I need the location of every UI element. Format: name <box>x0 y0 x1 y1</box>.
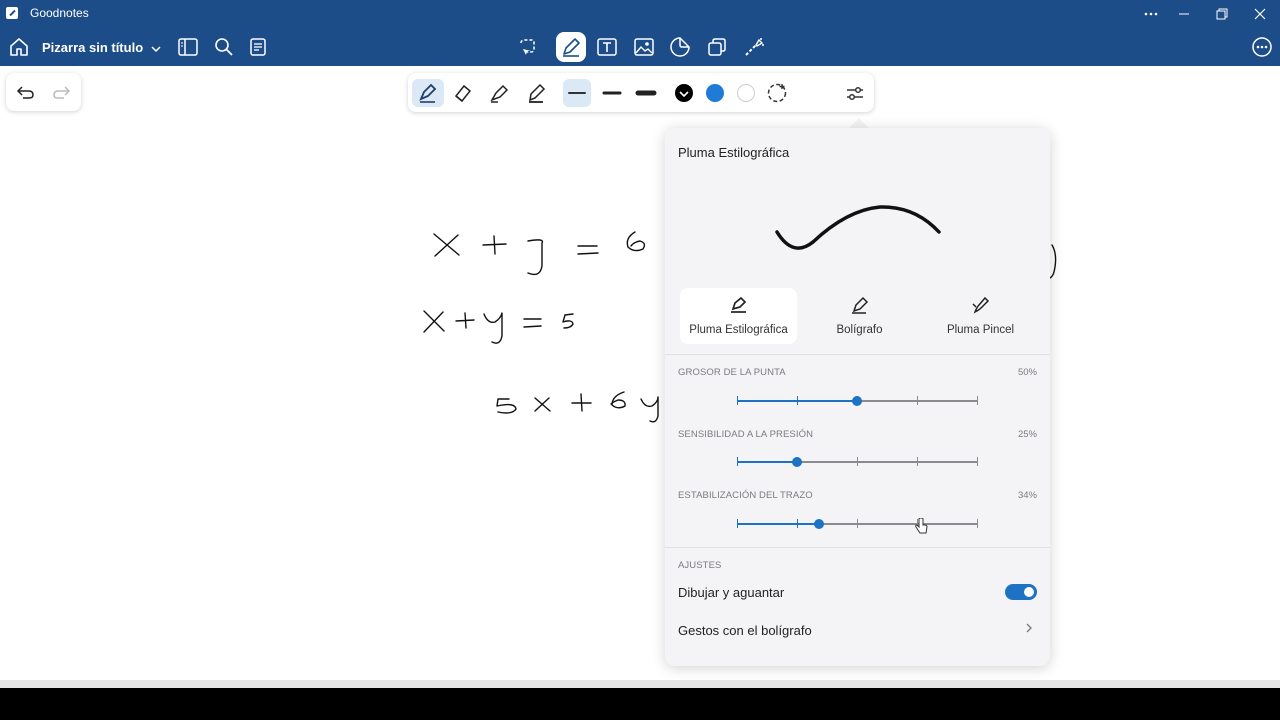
goodnotes-app-icon <box>6 7 18 19</box>
draw-and-hold-label: Dibujar y aguantar <box>678 585 785 600</box>
color-picker-icon <box>766 82 788 104</box>
redo-button[interactable] <box>51 82 73 102</box>
document-outline-icon[interactable] <box>246 34 272 60</box>
slider-knob[interactable] <box>814 519 824 529</box>
marker-icon <box>525 82 547 104</box>
pressure-sensitivity-value: 25% <box>1017 429 1037 440</box>
divider <box>665 354 1050 355</box>
handwritten-equations <box>423 231 1057 423</box>
sticker-icon[interactable] <box>667 34 693 60</box>
sidebar-toggle-icon[interactable] <box>175 34 201 60</box>
pen-gestures-row[interactable]: Gestos con el bolígrafo <box>678 623 812 638</box>
stroke-stabilization-label: ESTABILIZACIÓN DEL TRAZO <box>678 490 813 501</box>
ballpoint-pen-icon <box>801 295 918 315</box>
pen-type-brush[interactable]: Pluma Pincel <box>922 288 1039 344</box>
color-black-swatch[interactable] <box>670 79 698 107</box>
stroke-stabilization-value: 34% <box>1017 490 1037 501</box>
maximize-button[interactable] <box>1203 0 1241 28</box>
color-white-swatch[interactable] <box>732 79 760 107</box>
document-title-dropdown[interactable]: Pizarra sin título <box>42 40 161 55</box>
more-menu-icon[interactable] <box>1249 34 1275 60</box>
stroke-width-medium-button[interactable] <box>598 79 626 107</box>
add-color-button[interactable] <box>763 79 791 107</box>
highlighter-tool-button[interactable] <box>485 79 513 107</box>
stroke-width-thin-button[interactable] <box>563 79 591 107</box>
document-title: Pizarra sin título <box>42 40 144 55</box>
pen-settings-popover: Pluma Estilográfica Pluma Estilográfica … <box>665 128 1050 666</box>
stroke-preview <box>775 205 941 250</box>
chevron-down-icon <box>151 45 161 53</box>
marker-tool-button[interactable] <box>522 79 550 107</box>
search-icon[interactable] <box>211 34 237 60</box>
fountain-pen-icon <box>417 82 439 104</box>
thick-line-icon <box>635 82 657 104</box>
settings-section-label: AJUSTES <box>678 560 722 571</box>
stroke-stabilization-slider[interactable] <box>737 518 978 530</box>
pen-tool-button[interactable] <box>556 32 586 62</box>
pressure-sensitivity-label: SENSIBILIDAD A LA PRESIÓN <box>678 429 814 440</box>
draw-and-hold-toggle[interactable] <box>1005 584 1037 600</box>
sliders-icon <box>844 82 866 104</box>
fountain-pen-tool-button[interactable] <box>412 79 444 107</box>
slider-knob[interactable] <box>792 457 802 467</box>
eraser-icon <box>451 82 473 104</box>
redo-icon <box>52 84 72 100</box>
text-box-icon[interactable] <box>594 34 620 60</box>
pen-type-label: Pluma Estilográfica <box>689 324 788 336</box>
pen-type-fountain[interactable]: Pluma Estilográfica <box>680 288 797 344</box>
pen-type-label: Bolígrafo <box>836 324 883 336</box>
window-titlebar: Goodnotes <box>0 0 1280 28</box>
whiteboard-canvas[interactable] <box>0 66 1280 680</box>
undo-button[interactable] <box>14 82 36 102</box>
undo-icon <box>15 84 35 100</box>
minimize-button[interactable] <box>1165 0 1203 28</box>
chevron-right-icon <box>1025 622 1033 634</box>
slider-knob[interactable] <box>852 396 862 406</box>
image-icon[interactable] <box>631 34 657 60</box>
brush-pen-icon <box>922 295 1039 315</box>
eraser-tool-button[interactable] <box>448 79 476 107</box>
pen-icon <box>560 36 582 58</box>
tip-thickness-label: GROSOR DE LA PUNTA <box>678 367 786 378</box>
laser-pointer-icon[interactable] <box>741 34 767 60</box>
shapes-icon[interactable] <box>704 34 730 60</box>
tip-thickness-slider[interactable] <box>737 395 978 407</box>
undo-redo-group <box>6 73 81 111</box>
thin-line-icon <box>566 82 588 104</box>
hand-cursor-icon <box>914 518 928 536</box>
pen-type-label: Pluma Pincel <box>946 324 1015 336</box>
highlighter-icon <box>488 82 510 104</box>
bottom-scroll-strip <box>0 680 1280 688</box>
home-icon[interactable] <box>6 34 32 60</box>
stroke-width-thick-button[interactable] <box>632 79 660 107</box>
app-title: Goodnotes <box>30 6 89 20</box>
lasso-tool-icon[interactable] <box>514 34 540 60</box>
tip-thickness-value: 50% <box>1017 367 1037 378</box>
pressure-sensitivity-slider[interactable] <box>737 456 978 468</box>
medium-line-icon <box>601 82 623 104</box>
divider <box>665 547 1050 548</box>
pen-settings-button[interactable] <box>841 79 869 107</box>
color-blue-swatch[interactable] <box>701 79 729 107</box>
close-window-button[interactable] <box>1241 0 1279 28</box>
fountain-pen-icon <box>680 295 797 315</box>
popover-title: Pluma Estilográfica <box>678 145 790 160</box>
pen-type-ballpoint[interactable]: Bolígrafo <box>801 288 918 344</box>
pen-sub-toolbar <box>408 73 874 112</box>
